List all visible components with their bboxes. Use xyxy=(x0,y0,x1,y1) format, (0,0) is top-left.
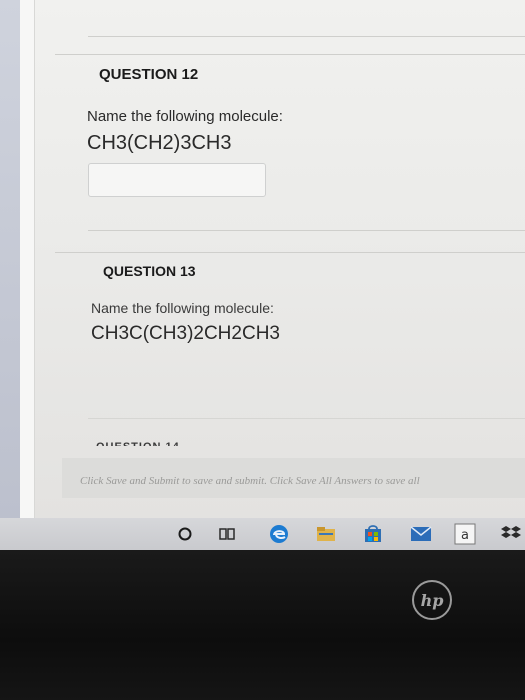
windows-taskbar: a xyxy=(0,518,525,550)
question-13-prompt: Name the following molecule: xyxy=(91,300,274,316)
svg-text:a: a xyxy=(461,528,469,543)
question-12-title: QUESTION 12 xyxy=(99,66,199,83)
file-explorer-icon[interactable] xyxy=(313,522,339,546)
question-12-prompt: Name the following molecule: xyxy=(87,108,283,125)
divider xyxy=(55,54,525,55)
divider xyxy=(55,252,525,253)
question-12-answer-input[interactable] xyxy=(88,163,266,197)
store-icon[interactable] xyxy=(360,522,386,546)
question-13-formula: CH3C(CH3)2CH2CH3 xyxy=(91,323,280,344)
dropbox-icon[interactable] xyxy=(498,522,524,546)
mail-icon[interactable] xyxy=(408,522,434,546)
divider xyxy=(88,36,525,37)
cortana-search-icon[interactable] xyxy=(172,522,198,546)
hp-logo-text: hp xyxy=(420,590,444,610)
task-view-icon[interactable] xyxy=(214,522,240,546)
divider xyxy=(88,230,525,231)
edge-browser-icon[interactable] xyxy=(266,522,292,546)
page-left-gutter xyxy=(20,0,35,522)
question-14-title: QUESTION 14 xyxy=(96,440,180,446)
save-instructions: Click Save and Submit to save and submit… xyxy=(80,475,420,487)
amazon-app-icon[interactable]: a xyxy=(452,522,478,546)
question-12-formula: CH3(CH2)3CH3 xyxy=(87,132,232,154)
browser-screen: QUESTION 12 Name the following molecule:… xyxy=(0,0,525,522)
question-13-title: QUESTION 13 xyxy=(103,263,196,279)
divider xyxy=(88,418,525,419)
laptop-bezel: hp xyxy=(0,550,525,700)
hp-logo: hp xyxy=(412,580,452,620)
window-left-edge xyxy=(0,0,20,522)
